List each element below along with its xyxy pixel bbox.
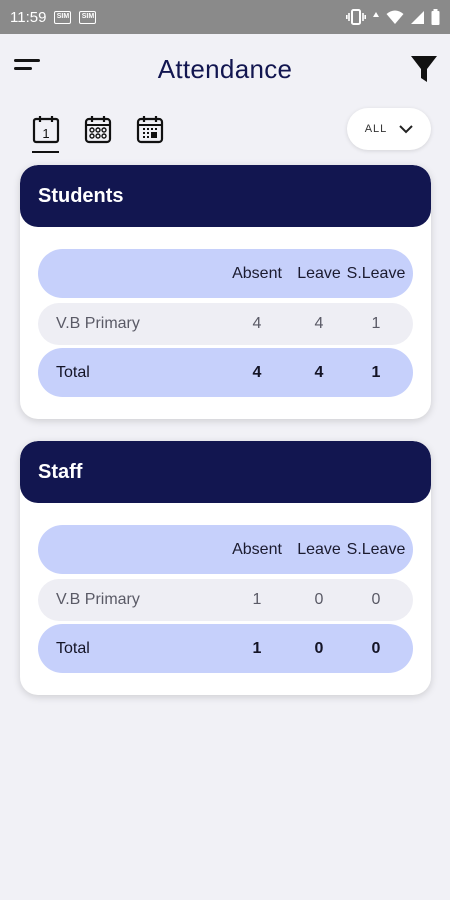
staff-card-title: Staff	[20, 441, 431, 503]
column-sleave: S.Leave	[346, 264, 406, 282]
filter-icon[interactable]	[410, 54, 438, 84]
sim-icon: SIM	[54, 10, 72, 24]
status-right	[346, 9, 440, 25]
total-sleave: 1	[371, 363, 381, 381]
day-number: 1	[42, 126, 49, 141]
day-calendar-icon[interactable]: 1	[32, 114, 60, 144]
month-calendar-icon[interactable]	[136, 114, 164, 144]
total-row: Total 1 0 0	[38, 624, 413, 673]
absent-value: 4	[252, 315, 262, 332]
sim-icon: SIM	[79, 10, 97, 24]
column-absent: Absent	[232, 540, 282, 558]
app-header: Attendance	[0, 34, 450, 104]
status-bar: 11:59 SIM SIM	[0, 0, 450, 34]
branch-name: V.B Primary	[56, 315, 140, 332]
total-absent: 4	[252, 363, 262, 381]
battery-icon	[431, 9, 440, 25]
students-card-title: Students	[20, 165, 431, 227]
staff-card: Staff Absent Leave S.Leave V.B Primary 1…	[20, 441, 431, 695]
total-row: Total 4 4 1	[38, 348, 413, 397]
table-row[interactable]: V.B Primary 1 0 0	[38, 579, 413, 621]
status-time: 11:59	[10, 8, 47, 26]
total-sleave: 0	[371, 639, 381, 657]
branch-name: V.B Primary	[56, 591, 140, 608]
absent-value: 1	[252, 591, 262, 608]
column-sleave: S.Leave	[346, 540, 406, 558]
page-title: Attendance	[157, 53, 293, 84]
column-leave: Leave	[297, 264, 341, 282]
column-absent: Absent	[232, 264, 282, 282]
total-label: Total	[56, 363, 90, 381]
menu-line	[14, 67, 32, 70]
menu-button[interactable]	[14, 59, 42, 79]
period-bar: 1 ALL	[0, 108, 450, 158]
chevron-down-icon	[399, 124, 413, 133]
total-label: Total	[56, 639, 90, 657]
signal-icon	[411, 10, 424, 24]
vibrate-icon	[346, 9, 366, 25]
column-leave: Leave	[297, 540, 341, 558]
scope-selected: ALL	[364, 123, 388, 135]
active-tab-indicator	[32, 151, 59, 153]
leave-value: 0	[314, 591, 324, 608]
total-leave: 4	[314, 363, 324, 381]
status-left: 11:59 SIM SIM	[10, 8, 97, 26]
data-arrows-icon	[373, 12, 379, 17]
students-card: Students Absent Leave S.Leave V.B Primar…	[20, 165, 431, 419]
total-absent: 1	[252, 639, 262, 657]
scope-dropdown[interactable]: ALL	[347, 108, 431, 150]
sleave-value: 0	[371, 591, 381, 608]
table-header-row: Absent Leave S.Leave	[38, 525, 413, 574]
leave-value: 4	[314, 315, 324, 332]
table-row[interactable]: V.B Primary 4 4 1	[38, 303, 413, 345]
menu-line	[14, 59, 40, 62]
sleave-value: 1	[371, 315, 381, 332]
week-calendar-icon[interactable]	[84, 114, 112, 144]
table-header-row: Absent Leave S.Leave	[38, 249, 413, 298]
total-leave: 0	[314, 639, 324, 657]
wifi-icon	[386, 10, 404, 24]
